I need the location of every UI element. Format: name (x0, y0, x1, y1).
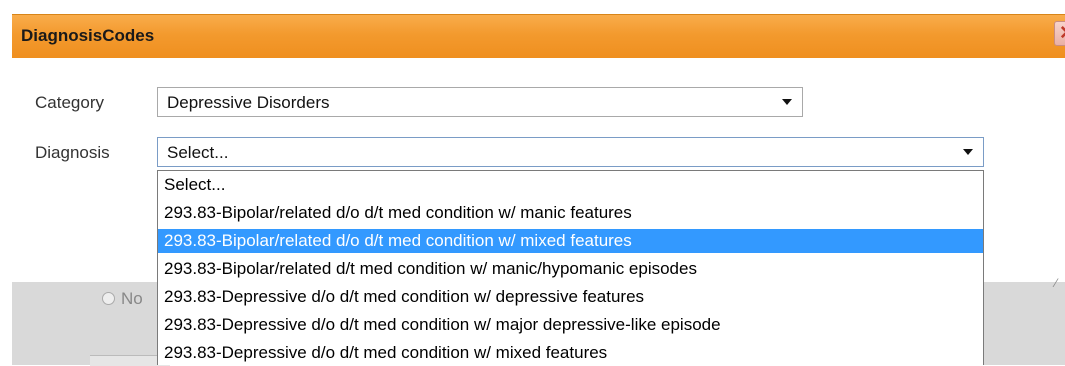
close-icon: ✕ (1059, 23, 1065, 45)
dropdown-option[interactable]: 293.83-Bipolar/related d/o d/t med condi… (158, 201, 983, 225)
resize-handle-icon[interactable]: ⁄ (1055, 276, 1057, 290)
chevron-down-icon (963, 149, 973, 155)
dropdown-option[interactable]: 293.83-Bipolar/related d/t med condition… (158, 257, 983, 281)
dropdown-option[interactable]: 293.83-Depressive d/o d/t med condition … (158, 341, 983, 365)
diagnosis-codes-dialog: DiagnosisCodes ✕ Category Depressive Dis… (0, 0, 1065, 366)
category-select-value: Depressive Disorders (167, 93, 330, 112)
dropdown-option[interactable]: 293.83-Depressive d/o d/t med condition … (158, 313, 983, 337)
category-label: Category (35, 93, 104, 112)
dialog-title-bar[interactable]: DiagnosisCodes ✕ (12, 14, 1065, 58)
no-radio-label: No (121, 289, 143, 308)
dialog-title: DiagnosisCodes (21, 26, 155, 45)
diagnosis-select-value: Select... (167, 143, 229, 162)
diagnosis-dropdown-list[interactable]: Select... 293.83-Bipolar/related d/o d/t… (157, 170, 984, 365)
chevron-down-icon (782, 99, 792, 105)
dropdown-option[interactable]: 293.83-Depressive d/o d/t med condition … (158, 285, 983, 309)
dropdown-option-highlighted[interactable]: 293.83-Bipolar/related d/o d/t med condi… (158, 229, 983, 253)
category-select[interactable]: Depressive Disorders (157, 87, 803, 117)
no-radio-button[interactable] (102, 292, 115, 305)
dropdown-option[interactable]: Select... (158, 173, 983, 197)
diagnosis-select[interactable]: Select... (157, 137, 984, 167)
close-button[interactable]: ✕ (1054, 21, 1065, 46)
diagnosis-label: Diagnosis (35, 143, 110, 162)
